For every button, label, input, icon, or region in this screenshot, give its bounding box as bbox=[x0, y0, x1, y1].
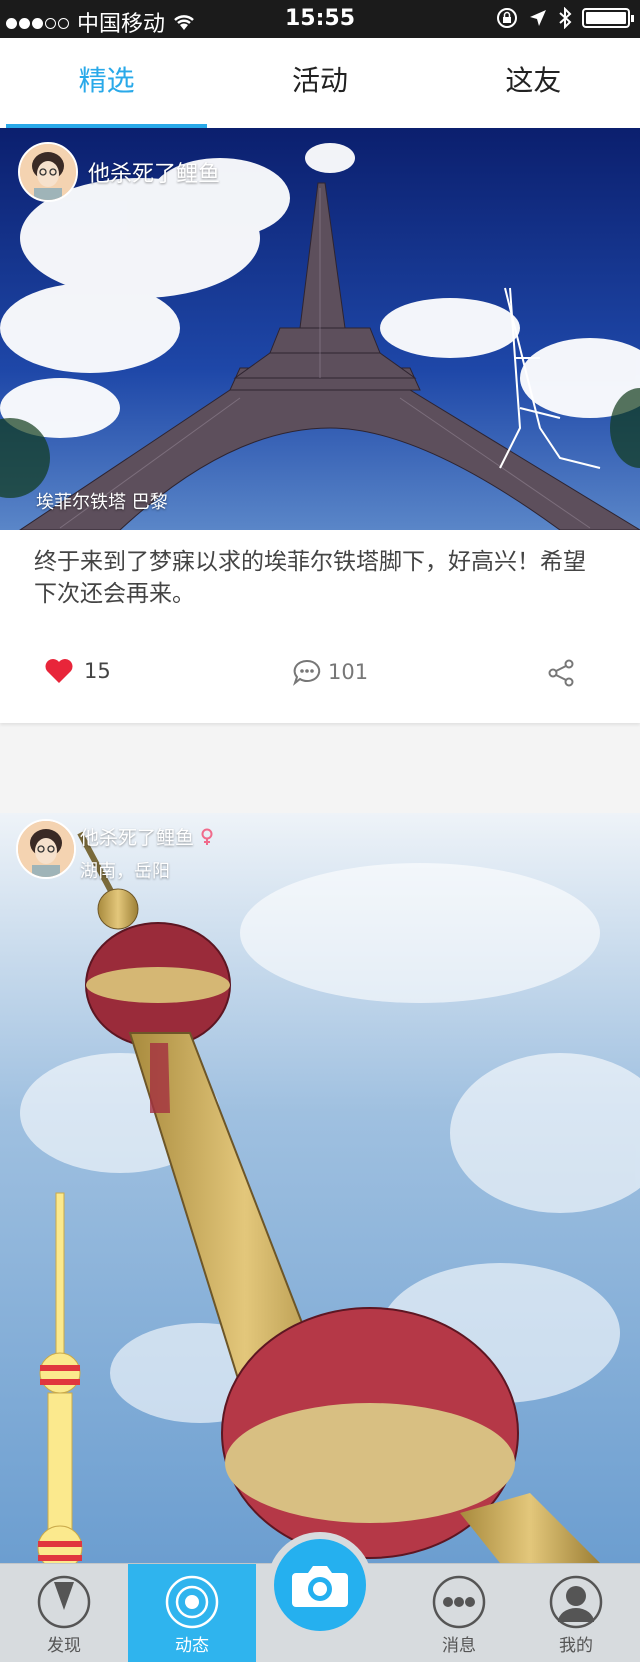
post-photo-eiffel[interactable] bbox=[0, 128, 640, 530]
heart-icon bbox=[45, 659, 73, 683]
post-location: 湖南，岳阳 bbox=[80, 861, 170, 882]
tab-friends[interactable]: 这友 bbox=[427, 38, 640, 128]
tab-featured[interactable]: 精选 bbox=[0, 38, 213, 128]
share-icon bbox=[548, 659, 574, 687]
post-caption: 终于来到了梦寐以求的埃菲尔铁塔脚下，好高兴！希望下次还会再来。 bbox=[34, 549, 586, 607]
target-icon bbox=[165, 1575, 219, 1629]
rotation-lock-icon bbox=[497, 8, 517, 28]
compass-icon bbox=[37, 1575, 91, 1629]
post-actions: 15 101 bbox=[0, 648, 640, 698]
post-photo-pearl-tower[interactable] bbox=[0, 813, 640, 1563]
like-count: 15 bbox=[84, 659, 111, 683]
nav-profile[interactable]: 我的 bbox=[512, 1564, 640, 1662]
share-button[interactable] bbox=[546, 658, 576, 692]
nav-discover-label: 发现 bbox=[47, 1636, 81, 1656]
nav-messages-label: 消息 bbox=[442, 1636, 476, 1656]
post-username[interactable]: 他杀死了鲤鱼 bbox=[80, 823, 214, 850]
nav-profile-label: 我的 bbox=[559, 1636, 593, 1656]
camera-button[interactable] bbox=[267, 1532, 373, 1638]
user-avatar[interactable] bbox=[18, 142, 78, 202]
post-username-text: 他杀死了鲤鱼 bbox=[80, 827, 195, 849]
post-card: 他杀死了鲤鱼 埃菲尔铁塔 巴黎 终于来到了梦寐以求的埃菲尔铁塔脚下，好高兴！希望… bbox=[0, 128, 640, 723]
nav-messages[interactable]: 消息 bbox=[395, 1564, 523, 1662]
user-avatar[interactable] bbox=[16, 819, 76, 879]
like-button[interactable]: 15 bbox=[44, 658, 111, 684]
nav-feed-label: 动态 bbox=[175, 1636, 209, 1656]
comment-button[interactable]: 101 bbox=[292, 658, 368, 686]
message-dots-icon bbox=[432, 1575, 486, 1629]
camera-icon bbox=[292, 1566, 348, 1607]
post-username[interactable]: 他杀死了鲤鱼 bbox=[88, 156, 220, 188]
bluetooth-icon bbox=[559, 7, 572, 29]
nav-feed[interactable]: 动态 bbox=[128, 1564, 256, 1662]
location-arrow-icon bbox=[530, 10, 546, 26]
battery-icon bbox=[582, 8, 634, 28]
comment-count: 101 bbox=[328, 660, 369, 684]
comment-bubble-icon bbox=[292, 659, 321, 686]
status-bar: 中国移动 15:55 bbox=[0, 0, 640, 38]
nav-discover[interactable]: 发现 bbox=[0, 1564, 128, 1662]
female-gender-icon bbox=[201, 828, 213, 845]
top-tab-bar: 精选 活动 这友 bbox=[0, 38, 640, 128]
photo-location: 埃菲尔铁塔 巴黎 bbox=[36, 492, 168, 513]
user-profile-icon bbox=[549, 1575, 603, 1629]
tab-activities[interactable]: 活动 bbox=[213, 38, 426, 128]
post-card: 他杀死了鲤鱼 湖南，岳阳 bbox=[0, 813, 640, 1563]
